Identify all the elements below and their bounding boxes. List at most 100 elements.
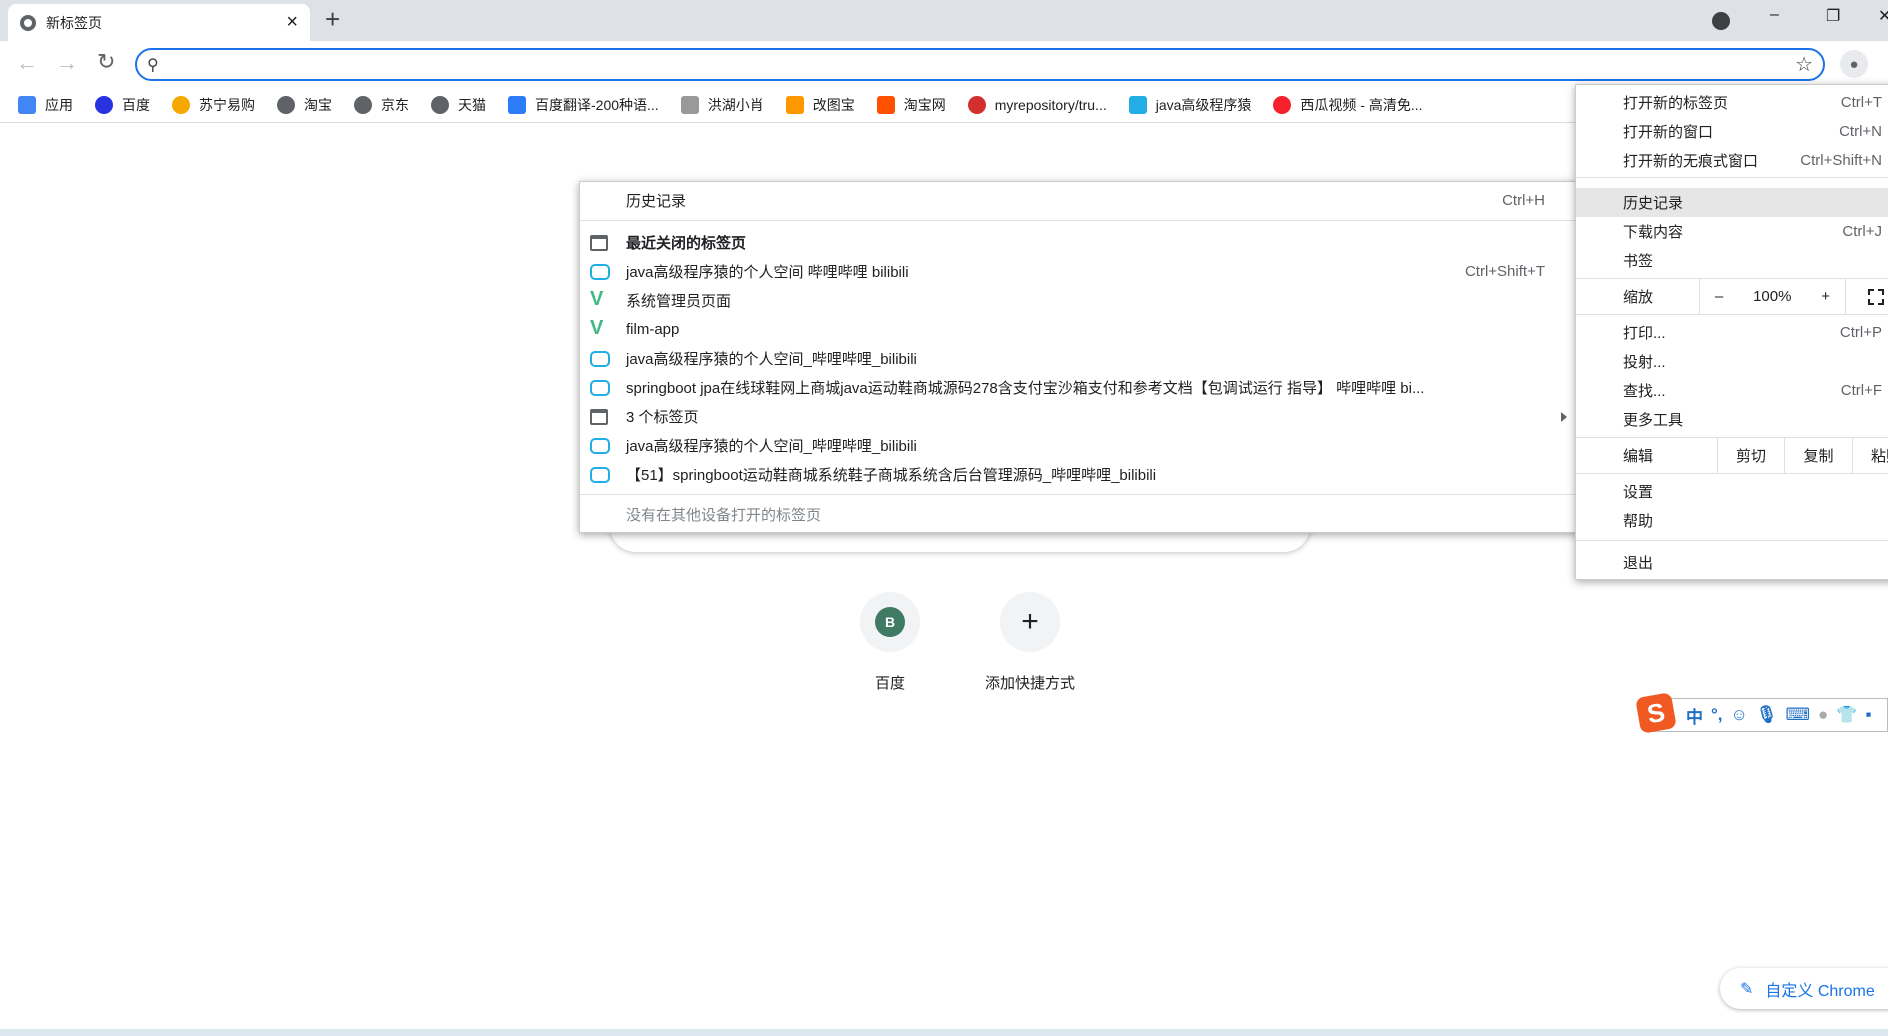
- history-item[interactable]: springboot jpa在线球鞋网上商城java运动鞋商城源码278含支付宝…: [580, 373, 1577, 402]
- mic-icon[interactable]: 🎙: [1756, 705, 1778, 725]
- bookmark-item[interactable]: 京东: [354, 95, 409, 115]
- bookmark-item[interactable]: 天猫: [431, 95, 486, 115]
- shortcut-baidu[interactable]: B 百度: [860, 592, 920, 693]
- bookmark-label: 百度: [122, 96, 150, 113]
- reload-button[interactable]: ↻: [97, 49, 115, 75]
- back-button[interactable]: ←: [16, 50, 38, 76]
- menu-label: 打印...: [1623, 325, 1666, 342]
- toolbar: ← → ↻ ⚲ ☆ ●: [0, 41, 1888, 87]
- bilibili-icon: [1128, 95, 1147, 114]
- submenu-arrow-icon: [1561, 411, 1567, 422]
- history-item[interactable]: 3 个标签页: [580, 402, 1577, 431]
- tab-new-tab[interactable]: 新标签页 ×: [8, 4, 310, 41]
- menu-new-window[interactable]: 打开新的窗口 Ctrl+N: [1576, 117, 1888, 146]
- bookmark-label: java高级程序猿: [1155, 96, 1252, 113]
- zoom-out-button[interactable]: –: [1715, 288, 1723, 305]
- menu-shortcut: Ctrl+P: [1839, 324, 1882, 341]
- bookmark-item[interactable]: 改图宝: [785, 95, 855, 115]
- forward-button[interactable]: →: [56, 50, 78, 76]
- menu-label: 退出: [1623, 555, 1654, 572]
- divider: [1576, 540, 1888, 541]
- bookmark-item[interactable]: 应用: [18, 95, 73, 115]
- bookmark-item[interactable]: 洪湖小肖: [680, 95, 764, 115]
- menu-label: 查找...: [1623, 383, 1666, 400]
- menu-settings[interactable]: 设置: [1576, 477, 1888, 506]
- keyboard-icon[interactable]: ⌨: [1785, 705, 1810, 725]
- zoom-controls: – 100% +: [1699, 279, 1845, 314]
- tab-search-icon[interactable]: [1712, 12, 1730, 30]
- menu-more-tools[interactable]: 更多工具: [1576, 405, 1888, 434]
- bookmark-label: 苏宁易购: [199, 96, 255, 113]
- skin-icon[interactable]: 👕: [1836, 705, 1857, 725]
- footer-label: 没有在其他设备打开的标签页: [626, 507, 822, 524]
- ime-punct[interactable]: °,: [1711, 705, 1723, 725]
- history-item[interactable]: V 系统管理员页面: [580, 286, 1577, 315]
- profile-avatar[interactable]: ●: [1840, 50, 1868, 78]
- menu-print[interactable]: 打印... Ctrl+P: [1576, 318, 1888, 347]
- user-icon[interactable]: ●: [1818, 705, 1828, 725]
- tab-close-button[interactable]: ×: [286, 11, 298, 34]
- bookmark-item[interactable]: 淘宝网: [876, 95, 946, 115]
- menu-label: 更多工具: [1623, 412, 1684, 429]
- menu-exit[interactable]: 退出: [1576, 548, 1888, 577]
- vue-icon: V: [590, 317, 604, 339]
- divider: [1576, 314, 1888, 315]
- menu-history[interactable]: 历史记录: [1576, 188, 1888, 217]
- menu-cast[interactable]: 投射...: [1576, 347, 1888, 376]
- close-window-button[interactable]: ✕: [1878, 6, 1888, 26]
- emoji-icon[interactable]: ☺: [1731, 705, 1748, 725]
- tab-title: 新标签页: [46, 14, 102, 31]
- menu-grid-icon[interactable]: ▪: [1865, 705, 1871, 725]
- menu-incognito[interactable]: 打开新的无痕式窗口 Ctrl+Shift+N: [1576, 146, 1888, 175]
- copy-button[interactable]: 复制: [1784, 438, 1852, 473]
- history-item[interactable]: java高级程序猿的个人空间 哔哩哔哩 bilibili Ctrl+Shift+T: [580, 257, 1577, 286]
- omnibox[interactable]: ⚲ ☆: [135, 48, 1825, 81]
- paste-button[interactable]: 粘贴: [1852, 438, 1888, 473]
- bookmark-label: 淘宝: [304, 96, 332, 113]
- menu-bookmarks[interactable]: 书签: [1576, 246, 1888, 275]
- zoom-value: 100%: [1753, 288, 1792, 305]
- minimize-button[interactable]: –: [1770, 6, 1779, 24]
- recent-closed-header: 最近关闭的标签页: [580, 228, 1577, 257]
- cut-button[interactable]: 剪切: [1717, 438, 1784, 473]
- bookmark-item[interactable]: 苏宁易购: [172, 95, 255, 115]
- menu-label: 缩放: [1623, 289, 1654, 306]
- zoom-in-button[interactable]: +: [1821, 288, 1830, 305]
- bookmark-label: 西瓜视频 - 高清免...: [1300, 96, 1423, 113]
- tab-icon: [590, 235, 608, 251]
- ime-toolbar[interactable]: S 中 °, ☺ 🎙 ⌨ ● 👕 ▪: [1635, 692, 1888, 734]
- menu-help[interactable]: 帮助: [1576, 506, 1888, 535]
- history-item[interactable]: java高级程序猿的个人空间_哔哩哔哩_bilibili: [580, 431, 1577, 460]
- bookmark-item[interactable]: 百度翻译-200种语...: [508, 95, 659, 115]
- divider: [1576, 177, 1888, 178]
- history-item[interactable]: 【51】springboot运动鞋商城系统鞋子商城系统含后台管理源码_哔哩哔哩_…: [580, 460, 1577, 489]
- bookmark-item[interactable]: 百度: [95, 95, 150, 115]
- ime-mode[interactable]: 中: [1686, 703, 1703, 728]
- chrome-icon: [20, 14, 36, 31]
- new-tab-button[interactable]: +: [325, 4, 340, 35]
- bookmark-item[interactable]: myrepository/tru...: [967, 95, 1107, 114]
- add-shortcut[interactable]: + 添加快捷方式: [985, 592, 1075, 693]
- bilibili-icon: [590, 438, 610, 454]
- bookmark-item[interactable]: 西瓜视频 - 高清免...: [1273, 95, 1423, 115]
- fullscreen-button[interactable]: [1845, 279, 1888, 314]
- menu-find[interactable]: 查找... Ctrl+F: [1576, 376, 1888, 405]
- shortcut-label: 百度: [874, 675, 905, 692]
- menu-new-tab[interactable]: 打开新的标签页 Ctrl+T: [1576, 88, 1888, 117]
- history-item[interactable]: java高级程序猿的个人空间_哔哩哔哩_bilibili: [580, 344, 1577, 373]
- globe-icon: [431, 95, 449, 114]
- omnibox-input[interactable]: [168, 56, 1796, 73]
- taobao-icon: [876, 95, 895, 114]
- history-menu-item[interactable]: 历史记录 Ctrl+H: [580, 186, 1577, 215]
- search-icon: ⚲: [147, 56, 159, 74]
- bookmark-item[interactable]: java高级程序猿: [1128, 95, 1252, 115]
- customize-chrome-button[interactable]: ✎ 自定义 Chrome: [1720, 968, 1888, 1009]
- bookmark-item[interactable]: 淘宝: [277, 95, 332, 115]
- menu-downloads[interactable]: 下载内容 Ctrl+J: [1576, 217, 1888, 246]
- baidu-icon: [95, 95, 113, 114]
- history-item[interactable]: Vfilm-app: [580, 315, 1577, 344]
- bookmark-star-icon[interactable]: ☆: [1795, 52, 1813, 77]
- paste-label: 粘贴: [1871, 448, 1888, 465]
- restore-button[interactable]: ❐: [1826, 6, 1840, 26]
- shortcut: Ctrl+Shift+T: [1464, 263, 1545, 280]
